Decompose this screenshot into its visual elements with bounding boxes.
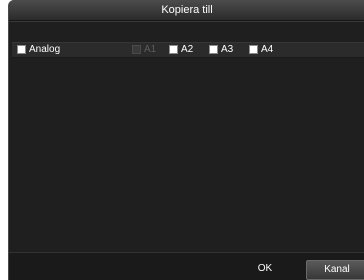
channel-a3-checkbox[interactable] xyxy=(209,45,218,54)
dialog-title: Kopiera till xyxy=(9,0,364,21)
channel-a2-label: A2 xyxy=(181,44,194,55)
channel-a4-label: A4 xyxy=(261,44,274,55)
dialog-content: Analog A1 A2 A3 A4 xyxy=(9,21,364,253)
analog-checkbox[interactable] xyxy=(17,45,26,54)
cancel-button[interactable]: Kanal xyxy=(306,260,364,280)
dialog-footer: OK Kanal xyxy=(9,252,364,280)
channel-a1-checkbox xyxy=(132,45,141,54)
channel-a4-checkbox[interactable] xyxy=(249,45,258,54)
channel-a1-label: A1 xyxy=(144,44,157,55)
analog-channel-row: Analog A1 A2 A3 A4 xyxy=(12,42,364,58)
analog-label: Analog xyxy=(29,44,61,55)
channel-a3-label: A3 xyxy=(221,44,234,55)
ok-button[interactable]: OK xyxy=(221,260,309,278)
channel-a2-checkbox[interactable] xyxy=(169,45,178,54)
copy-to-dialog: Kopiera till Analog A1 A2 A3 A4 OK Kanal xyxy=(8,0,364,280)
